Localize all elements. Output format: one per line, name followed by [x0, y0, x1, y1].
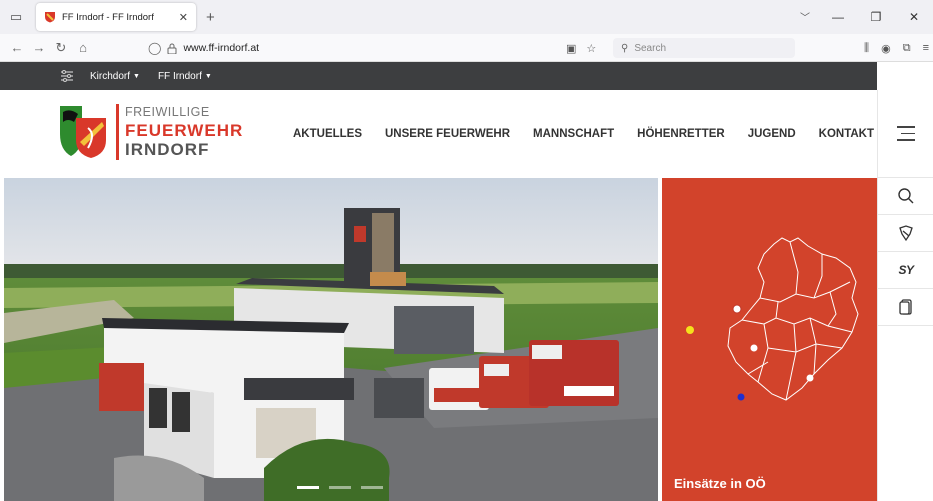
site-logo[interactable]: FREIWILLIGE FEUERWEHR IRNDORF — [58, 104, 243, 160]
incident-markers — [686, 304, 814, 401]
main-nav: AKTUELLES UNSERE FEUERWEHR MANNSCHAFT HÖ… — [293, 128, 897, 140]
shield-icon[interactable]: ◯ — [148, 41, 161, 55]
hero-image[interactable] — [4, 178, 658, 501]
chevron-down-icon: ▼ — [133, 72, 140, 80]
logo-line-2: FEUERWEHR — [125, 120, 244, 140]
sy-icon[interactable]: SY — [878, 252, 933, 289]
slider-dot[interactable] — [361, 486, 383, 489]
library-icon[interactable]: ⫼ — [864, 42, 869, 55]
tab-title: FF Irndorf - FF Irndorf — [62, 11, 154, 23]
search-icon: ⚲ — [621, 42, 629, 54]
operations-map-panel[interactable]: Einsätze in OÖ — [662, 178, 877, 501]
account-icon[interactable]: ◉ — [881, 42, 891, 55]
url-text: www.ff-irndorf.at — [183, 42, 260, 54]
incident-marker[interactable] — [737, 393, 745, 401]
slider-dots — [297, 486, 383, 489]
search-placeholder: Search — [634, 42, 667, 54]
fire-station-photo — [4, 178, 658, 501]
home-icon[interactable]: ⌂ — [72, 40, 94, 55]
map-title: Einsätze in OÖ — [674, 476, 766, 491]
menu-icon[interactable]: ≡ — [923, 42, 929, 55]
logo-divider — [116, 104, 119, 160]
nav-mannschaft[interactable]: MANNSCHAFT — [533, 128, 614, 140]
site-header: FREIWILLIGE FEUERWEHR IRNDORF AKTUELLES … — [0, 90, 877, 178]
search-icon[interactable] — [878, 178, 933, 215]
slider-dot[interactable] — [297, 486, 319, 489]
window-close-icon[interactable]: ✕ — [895, 10, 933, 24]
minimize-icon[interactable]: — — [819, 10, 857, 24]
badge-icon[interactable] — [878, 215, 933, 252]
slider-dot[interactable] — [329, 486, 351, 489]
side-rail: SY — [877, 90, 933, 501]
nav-kontakt[interactable]: KONTAKT — [819, 128, 874, 140]
incident-marker[interactable] — [806, 374, 814, 382]
restore-icon[interactable]: ❐ — [857, 10, 895, 24]
nav-aktuelles[interactable]: AKTUELLES — [293, 128, 362, 140]
topbar-right-spacer — [877, 62, 933, 90]
incident-marker[interactable] — [732, 304, 742, 314]
browser-tabbar: ▭ FF Irndorf - FF Irndorf ✕ + ﹀ — ❐ ✕ — [0, 0, 933, 34]
bookmark-star-icon[interactable]: ☆ — [586, 42, 596, 55]
back-icon[interactable]: ← — [6, 40, 28, 55]
tab-close-icon[interactable]: ✕ — [179, 11, 188, 24]
reader-view-icon[interactable]: ▣ — [566, 42, 576, 55]
crest-icon — [60, 106, 106, 158]
nav-hoehenretter[interactable]: HÖHENRETTER — [637, 128, 725, 140]
hamburger-menu-icon[interactable] — [878, 90, 933, 178]
nav-unsere-feuerwehr[interactable]: UNSERE FEUERWEHR — [385, 128, 510, 140]
phone-icon[interactable] — [878, 289, 933, 326]
filter-icon[interactable] — [60, 70, 74, 82]
incident-marker[interactable] — [686, 326, 694, 334]
tab-list-icon[interactable]: ▭ — [0, 0, 32, 34]
new-tab-icon[interactable]: + — [206, 9, 215, 26]
district-dropdown-label: Kirchdorf — [90, 70, 131, 82]
forward-icon[interactable]: → — [28, 40, 50, 55]
brigade-dropdown[interactable]: FF Irndorf ▼ — [158, 71, 212, 82]
district-dropdown[interactable]: Kirchdorf ▼ — [90, 71, 140, 82]
reload-icon[interactable]: ↻ — [50, 40, 72, 56]
nav-jugend[interactable]: JUGEND — [748, 128, 796, 140]
extensions-icon[interactable]: ⧉ — [903, 42, 911, 55]
favicon-icon — [45, 12, 55, 23]
site-topbar: Kirchdorf ▼ FF Irndorf ▼ — [0, 62, 877, 90]
address-bar[interactable]: ◯ www.ff-irndorf.at — [148, 37, 608, 59]
browser-tab[interactable]: FF Irndorf - FF Irndorf ✕ — [36, 3, 196, 31]
browser-navbar: ← → ↻ ⌂ ◯ www.ff-irndorf.at ▣ ☆ ⚲ Search… — [0, 34, 933, 62]
tabs-dropdown-icon[interactable]: ﹀ — [800, 9, 810, 24]
browser-search-input[interactable]: ⚲ Search — [613, 38, 795, 58]
lock-icon[interactable] — [167, 43, 177, 54]
incident-marker[interactable] — [750, 344, 758, 352]
logo-line-1: FREIWILLIGE — [125, 105, 210, 119]
chevron-down-icon: ▼ — [204, 72, 212, 80]
brigade-dropdown-label: FF Irndorf — [157, 70, 202, 82]
logo-line-3: IRNDORF — [125, 139, 210, 159]
